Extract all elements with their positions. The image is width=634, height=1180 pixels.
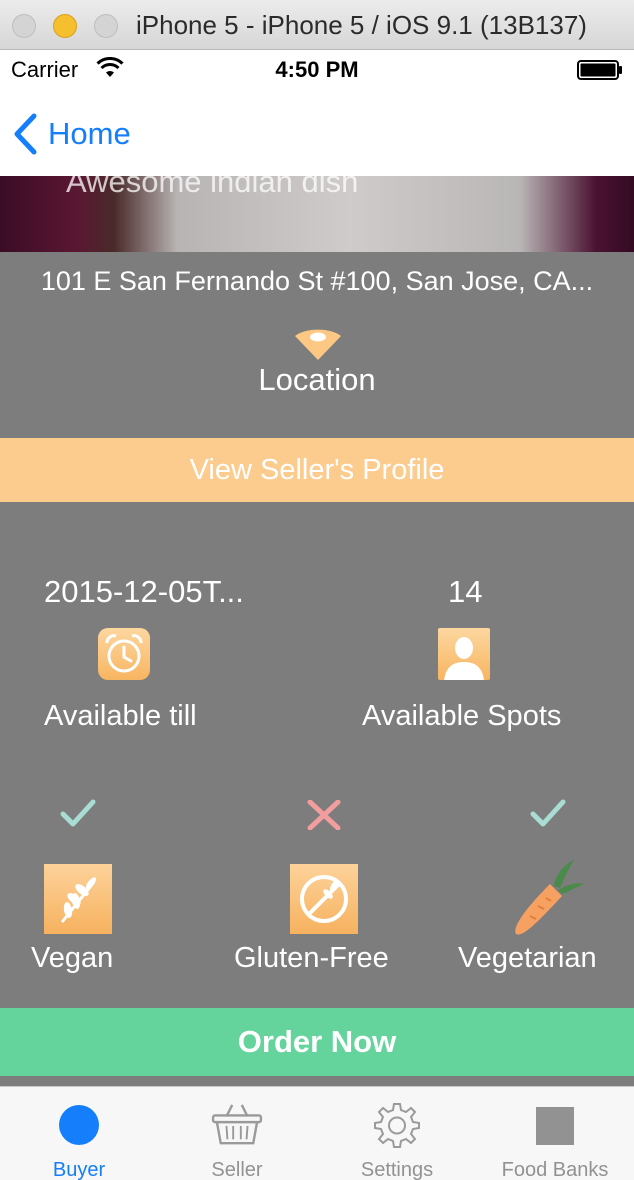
tab-seller[interactable]: Seller <box>158 1087 316 1180</box>
person-icon <box>438 628 490 680</box>
back-button-label: Home <box>48 116 131 151</box>
order-now-button[interactable]: Order Now <box>0 1008 634 1076</box>
basket-icon <box>211 1104 263 1145</box>
back-button[interactable]: Home <box>12 112 131 156</box>
alarm-clock-icon <box>98 628 150 680</box>
square-icon <box>536 1107 574 1145</box>
status-bar: Carrier 4:50 PM <box>0 50 634 90</box>
tab-buyer[interactable]: Buyer <box>0 1087 158 1180</box>
address-text: 101 E San Fernando St #100, San Jose, CA… <box>40 266 594 296</box>
available-spots-label: Available Spots <box>362 700 562 732</box>
tab-label-seller: Seller <box>211 1159 263 1180</box>
tab-label-food-banks: Food Banks <box>501 1159 609 1180</box>
available-spots-value: 14 <box>448 574 483 609</box>
tab-bar: Buyer Seller Settings Food Banks <box>0 1086 634 1180</box>
dish-caption: Awesome indian dish <box>66 176 359 199</box>
status-time: 4:50 PM <box>275 57 359 82</box>
window-close-button[interactable] <box>12 14 36 38</box>
tab-label-buyer: Buyer <box>52 1159 106 1180</box>
no-gluten-icon <box>290 864 358 934</box>
simulator-title: iPhone 5 - iPhone 5 / iOS 9.1 (13B137) <box>136 10 587 40</box>
vegetarian-label: Vegetarian <box>458 942 597 974</box>
simulator-title-bar: iPhone 5 - iPhone 5 / iOS 9.1 (13B137) <box>0 0 634 50</box>
tab-settings[interactable]: Settings <box>318 1087 476 1180</box>
vegan-label: Vegan <box>31 942 114 974</box>
window-zoom-button[interactable] <box>94 14 118 38</box>
details-section: 2015-12-05T... 14 Available till Availab… <box>0 502 634 1008</box>
circle-icon <box>59 1105 99 1145</box>
cross-icon <box>307 800 341 830</box>
tab-food-banks[interactable]: Food Banks <box>476 1087 634 1180</box>
window-minimize-button[interactable] <box>53 14 77 38</box>
checkmark-icon <box>530 799 566 827</box>
location-label[interactable]: Location <box>0 362 634 398</box>
gear-icon <box>374 1103 420 1148</box>
navigation-bar: Home <box>0 90 634 176</box>
checkmark-icon <box>60 799 96 827</box>
available-till-label: Available till <box>44 700 197 732</box>
battery-icon <box>577 60 622 80</box>
location-pin-icon[interactable] <box>292 322 344 362</box>
view-seller-profile-button[interactable]: View Seller's Profile <box>0 438 634 502</box>
tab-label-settings: Settings <box>360 1159 434 1180</box>
dish-image: Awesome indian dish <box>0 176 634 252</box>
carrot-icon <box>515 860 584 935</box>
available-till-value: 2015-12-05T... <box>44 574 244 609</box>
gluten-free-label: Gluten-Free <box>234 942 389 974</box>
chevron-left-icon <box>14 113 37 155</box>
location-section: 101 E San Fernando St #100, San Jose, CA… <box>0 252 634 438</box>
wheat-icon <box>44 864 112 934</box>
bottom-strip <box>0 1076 634 1086</box>
